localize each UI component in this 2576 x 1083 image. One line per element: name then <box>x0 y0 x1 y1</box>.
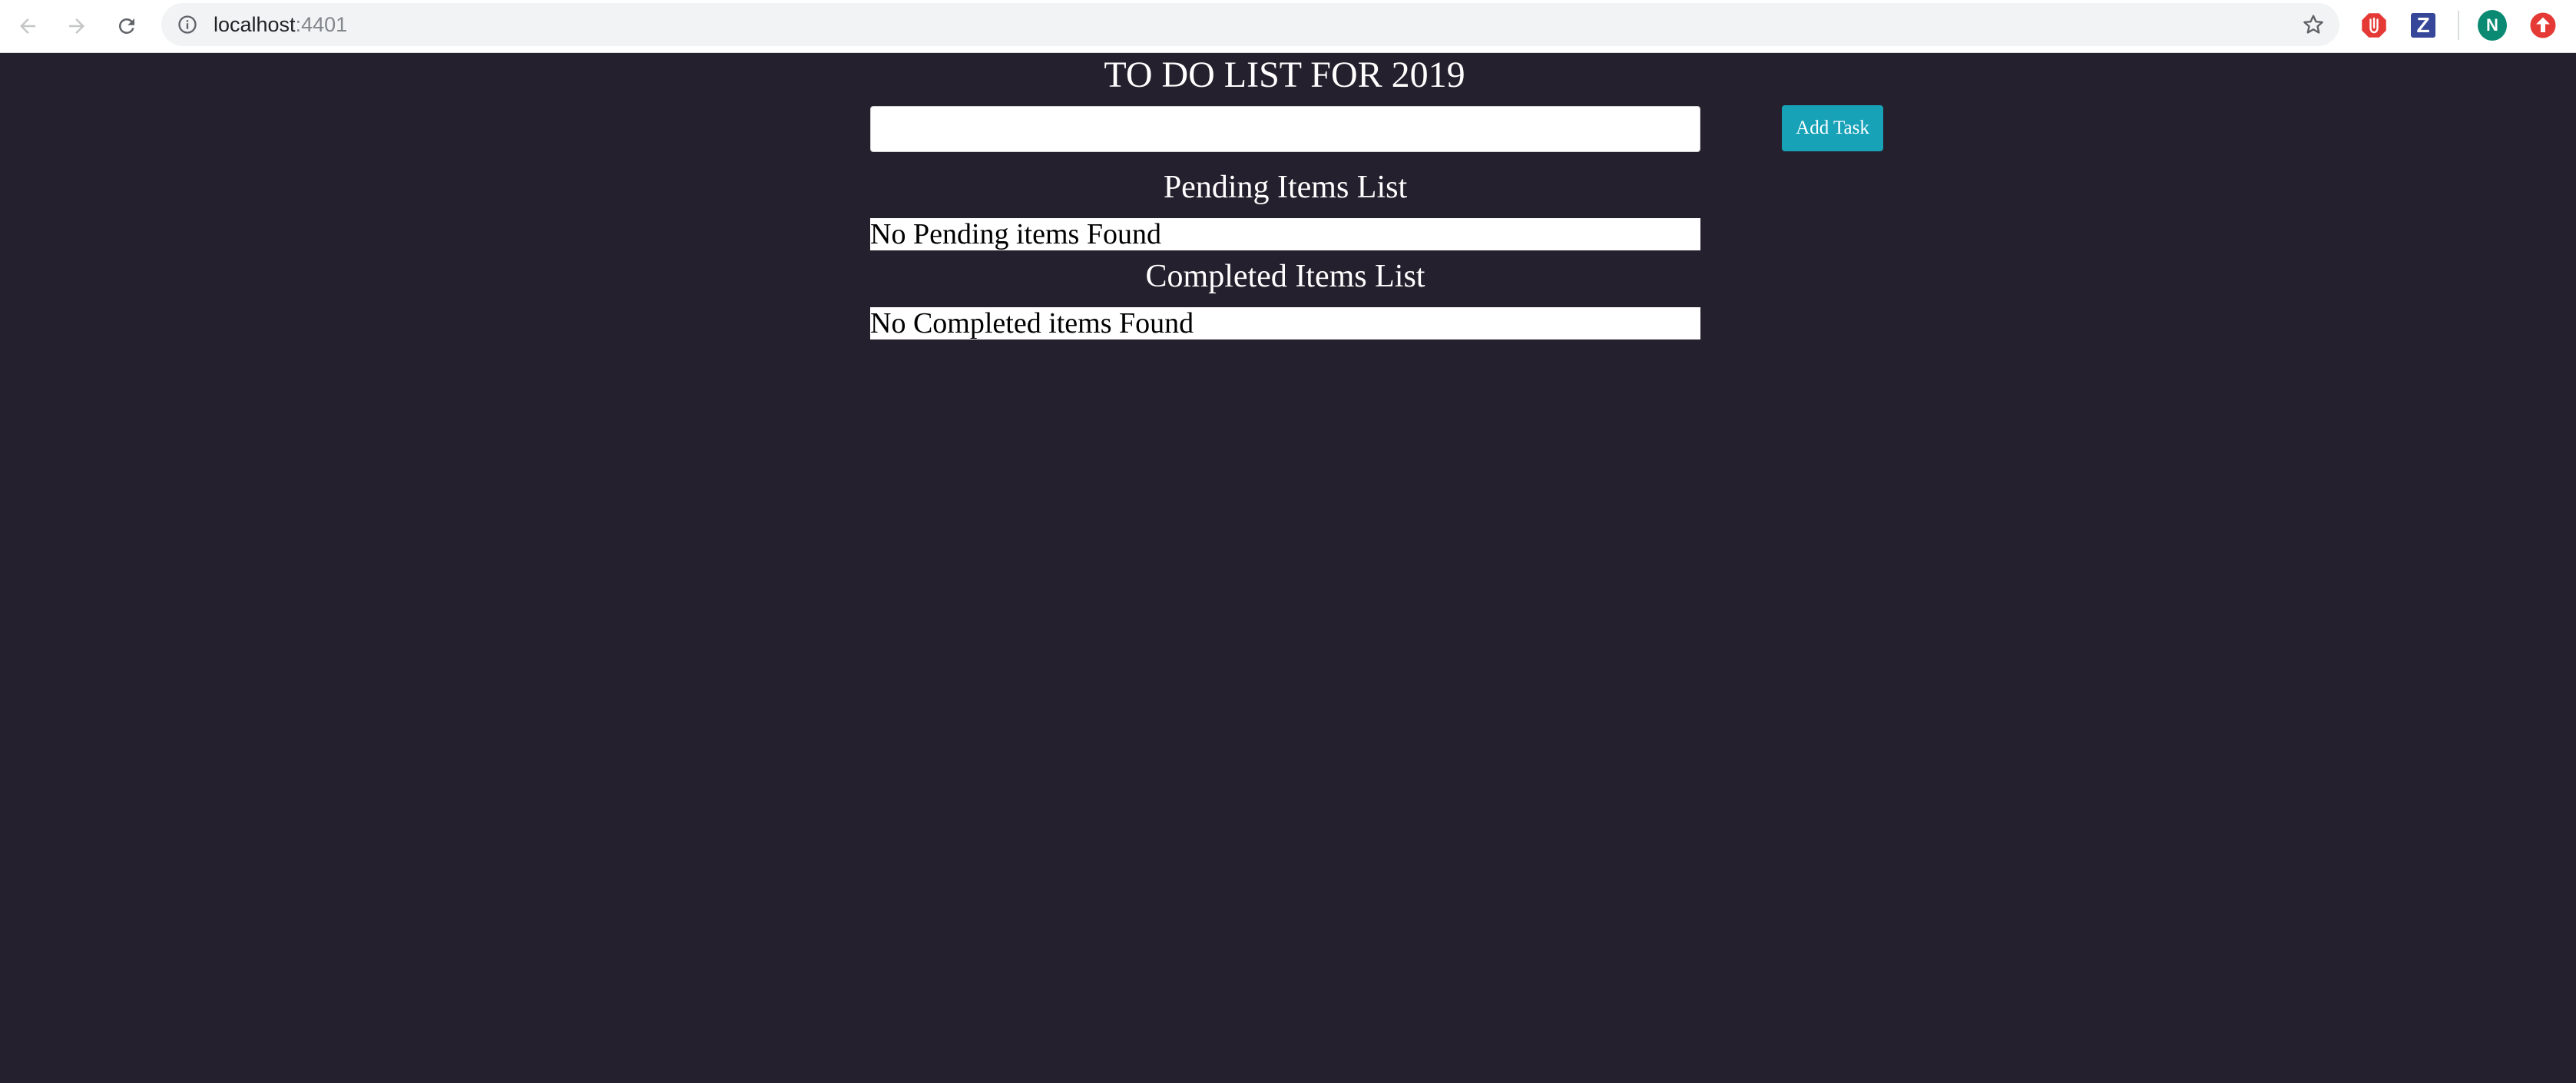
pending-empty-message: No Pending items Found <box>870 218 1700 250</box>
url-text: localhost:4401 <box>214 3 347 46</box>
add-task-button[interactable]: Add Task <box>1782 105 1883 151</box>
update-icon <box>2530 12 2556 38</box>
reload-icon <box>118 18 134 34</box>
toolbar-divider <box>2458 11 2459 40</box>
adblock-extension-button[interactable] <box>2359 11 2389 40</box>
zotero-icon: Z <box>2411 13 2435 38</box>
back-button[interactable] <box>11 9 45 43</box>
zotero-extension-button[interactable]: Z <box>2409 11 2438 40</box>
completed-empty-message: No Completed items Found <box>870 307 1700 339</box>
info-icon[interactable] <box>177 14 198 35</box>
arrow-left-icon <box>20 18 35 34</box>
bookmark-star-icon[interactable] <box>2301 12 2326 37</box>
reload-button[interactable] <box>110 9 144 43</box>
forward-button[interactable] <box>60 9 94 43</box>
profile-button[interactable]: N <box>2478 10 2507 41</box>
update-button[interactable] <box>2528 11 2558 40</box>
task-input[interactable] <box>870 106 1700 152</box>
url-host: localhost <box>214 13 296 36</box>
completed-heading: Completed Items List <box>1145 259 1425 294</box>
url-port: :4401 <box>295 13 348 36</box>
avatar: N <box>2478 10 2507 41</box>
pending-heading: Pending Items List <box>1163 170 1408 205</box>
arrow-right-icon <box>69 18 84 34</box>
address-bar[interactable]: localhost:4401 <box>161 3 2339 46</box>
page-title: TO DO LIST FOR 2019 <box>1104 55 1465 95</box>
browser-toolbar: localhost:4401 Z N <box>0 0 2576 53</box>
adblock-icon <box>2362 13 2386 38</box>
